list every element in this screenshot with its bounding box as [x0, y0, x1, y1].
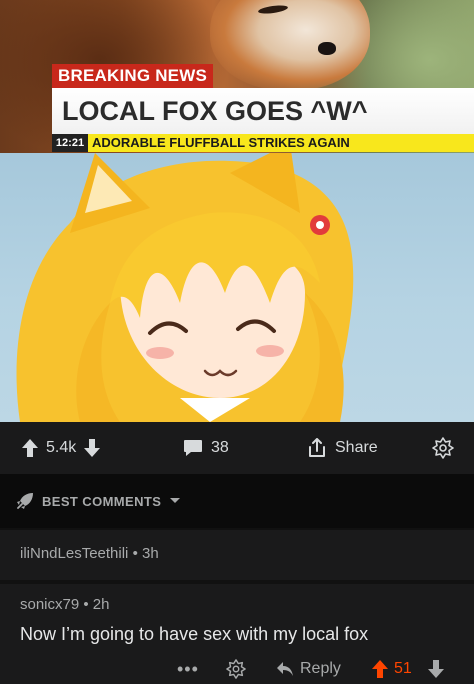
downvote-icon [428, 660, 444, 678]
reply-label: Reply [300, 660, 341, 677]
anime-fox-girl-image [0, 153, 474, 422]
post-score: 5.4k [46, 439, 77, 456]
comments-button[interactable]: 38 [183, 422, 229, 474]
meta-separator: • [132, 545, 142, 562]
sort-label: BEST COMMENTS [42, 493, 162, 509]
more-icon: ••• [177, 658, 199, 679]
more-options-button[interactable]: ••• [177, 654, 199, 684]
downvote-icon[interactable] [84, 439, 101, 457]
award-button[interactable] [432, 422, 454, 474]
comment-count: 38 [211, 439, 229, 456]
breaking-news-label: BREAKING NEWS [52, 64, 213, 88]
reply-button[interactable]: Reply [276, 654, 341, 684]
comment-score: 51 [394, 660, 412, 677]
chevron-down-icon [169, 497, 181, 505]
comment-body: Now I’m going to have sex with my local … [20, 624, 369, 644]
comment-author[interactable]: iliNndLesTeethili [20, 545, 128, 562]
comment-award-button[interactable] [226, 654, 246, 684]
comment-age: 2h [92, 596, 110, 613]
comment-meta: iliNndLesTeethili • 3h [20, 545, 159, 562]
ticker-text: ADORABLE FLUFFBALL STRIKES AGAIN [92, 135, 350, 150]
anime-illustration [16, 153, 354, 422]
sort-rocket-icon [16, 492, 34, 510]
comment-age: 3h [142, 545, 159, 562]
comment-icon [183, 439, 203, 457]
upvote-icon[interactable] [372, 660, 388, 678]
post-vote-group: 5.4k [22, 422, 101, 474]
news-headline: LOCAL FOX GOES ^W^ [52, 88, 474, 134]
share-button[interactable]: Share [307, 422, 378, 474]
news-ticker: 12:21 ADORABLE FLUFFBALL STRIKES AGAIN [52, 134, 474, 152]
comment-sort-selector[interactable]: BEST COMMENTS [0, 474, 474, 528]
comment-author[interactable]: sonicx79 [20, 596, 79, 613]
share-icon [307, 438, 327, 458]
comment-meta: sonicx79 • 2h [20, 596, 109, 613]
comment: sonicx79 • 2h Now I’m going to have sex … [0, 584, 474, 684]
comment-vote-group: 51 [372, 654, 412, 684]
share-label: Share [335, 439, 378, 456]
comment-actions: ••• Reply 51 [0, 654, 474, 684]
upvote-icon[interactable] [22, 439, 38, 457]
news-screenshot: BREAKING NEWS LOCAL FOX GOES ^W^ 12:21 A… [0, 0, 474, 153]
ticker-time: 12:21 [52, 134, 88, 152]
award-icon [432, 437, 454, 459]
meta-separator: • [83, 596, 93, 613]
comment-collapsed[interactable]: iliNndLesTeethili • 3h [0, 530, 474, 580]
post-image[interactable]: BREAKING NEWS LOCAL FOX GOES ^W^ 12:21 A… [0, 0, 474, 422]
downvote-button[interactable] [428, 654, 444, 684]
fox-nose [318, 42, 336, 55]
post-action-bar: 5.4k 38 Share [0, 422, 474, 474]
award-icon [226, 659, 246, 679]
reply-icon [276, 661, 294, 677]
